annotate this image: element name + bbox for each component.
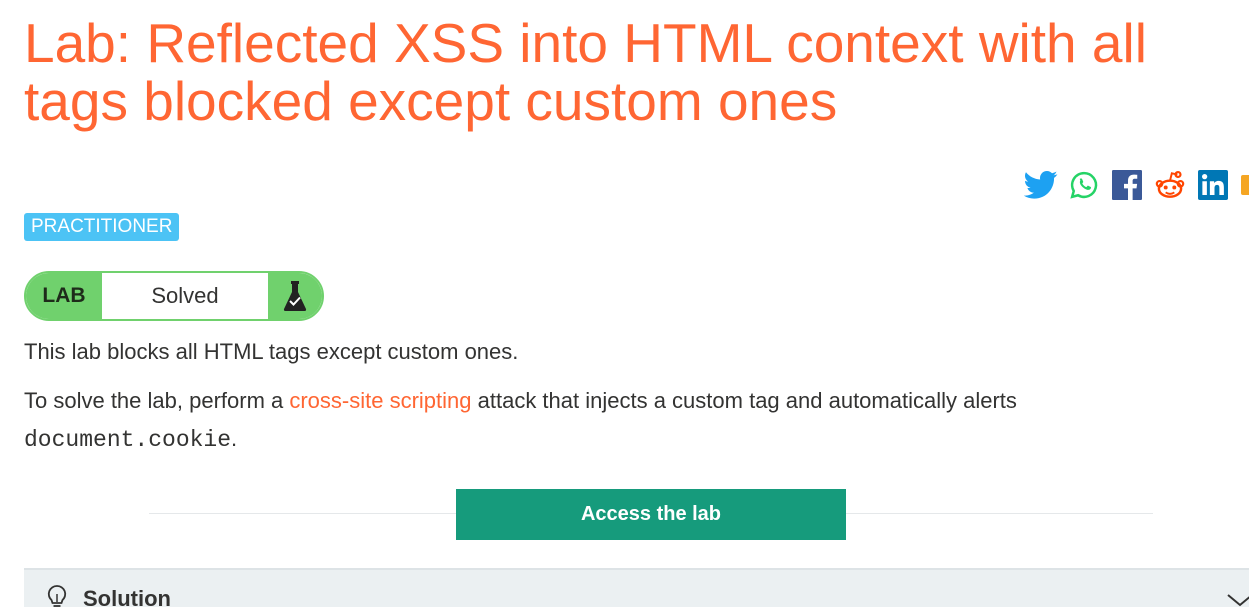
- cross-site-scripting-link[interactable]: cross-site scripting: [289, 388, 471, 413]
- page-title-line-2: tags blocked except custom ones: [24, 70, 838, 132]
- instructions-text-end: attack that injects a custom tag and aut…: [471, 388, 1017, 413]
- instructions-period: .: [231, 426, 238, 451]
- level-badge: PRACTITIONER: [24, 213, 180, 241]
- email-icon[interactable]: [1239, 168, 1249, 202]
- solution-label: Solution: [83, 586, 171, 607]
- document-cookie-code: document.cookie: [24, 427, 232, 453]
- page-title: Lab: Reflected XSS into HTML context wit…: [24, 14, 1147, 130]
- lab-status-widget: LAB Solved: [24, 271, 324, 321]
- twitter-icon[interactable]: [1024, 168, 1058, 202]
- share-bar: [1024, 168, 1249, 202]
- linkedin-icon[interactable]: [1196, 168, 1230, 202]
- instructions-text-start: To solve the lab, perform a: [24, 388, 290, 413]
- reddit-icon[interactable]: [1153, 168, 1187, 202]
- lab-label: LAB: [26, 273, 102, 319]
- lab-description: This lab blocks all HTML tags except cus…: [24, 339, 519, 364]
- lab-instructions: To solve the lab, perform a cross-site s…: [24, 382, 1224, 459]
- flask-check-icon: [268, 273, 322, 319]
- solution-accordion[interactable]: Solution: [24, 568, 1249, 607]
- whatsapp-icon[interactable]: [1067, 168, 1101, 202]
- page-title-line-1: Lab: Reflected XSS into HTML context wit…: [24, 12, 1147, 74]
- lightbulb-icon: [46, 584, 68, 607]
- access-lab-button[interactable]: Access the lab: [456, 489, 846, 540]
- lab-page: Lab: Reflected XSS into HTML context wit…: [0, 0, 1249, 607]
- chevron-down-icon[interactable]: [1225, 592, 1249, 607]
- lab-status-text: Solved: [151, 283, 219, 308]
- facebook-icon[interactable]: [1110, 168, 1144, 202]
